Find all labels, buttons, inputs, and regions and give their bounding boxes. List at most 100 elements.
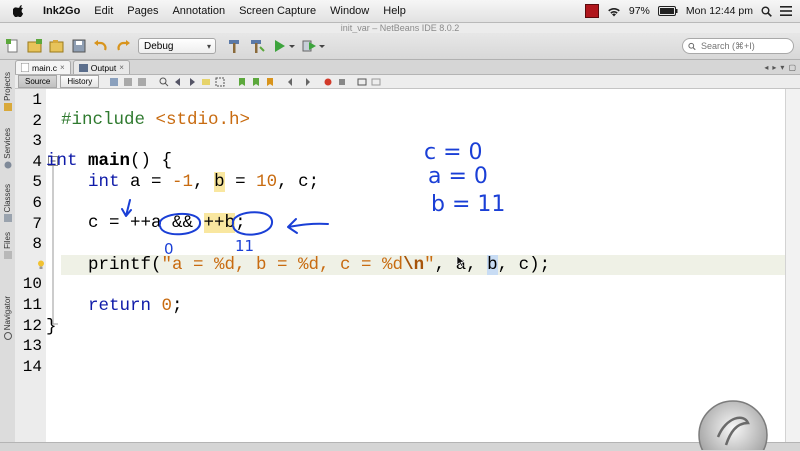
side-tab-files[interactable]: Files <box>1 232 14 259</box>
vertical-scrollbar[interactable] <box>785 89 800 442</box>
line-number: 13 <box>22 337 42 355</box>
toggle-bookmark-icon[interactable] <box>264 76 275 87</box>
menu-bar: Ink2Go Edit Pages Annotation Screen Capt… <box>0 0 800 23</box>
stop-macro-icon[interactable] <box>336 76 347 87</box>
maximize-icon[interactable]: ▢ <box>788 63 796 72</box>
menu-window[interactable]: Window <box>323 5 376 17</box>
code-line-2: #include <stdio.h> <box>61 110 250 130</box>
code-line-7: c = ++a && ++b; <box>88 213 246 233</box>
history-view-button[interactable]: History <box>60 75 100 88</box>
last-edit-icon[interactable] <box>108 76 119 87</box>
toggle-rect-select-icon[interactable] <box>214 76 225 87</box>
new-project-button[interactable] <box>26 37 44 55</box>
next-bookmark-icon[interactable] <box>250 76 261 87</box>
uncomment-icon[interactable] <box>370 76 381 87</box>
side-tab-navigator[interactable]: Navigator <box>1 296 14 341</box>
menu-app-name[interactable]: Ink2Go <box>36 5 87 17</box>
status-menus: 97% Mon 12:44 pm <box>584 4 800 18</box>
string-literal: "a = %d, b = %d, c = %d <box>161 255 404 275</box>
undo-button[interactable] <box>92 37 110 55</box>
string-literal-end: " <box>424 255 435 275</box>
menu-edit[interactable]: Edit <box>87 5 120 17</box>
editor-toolbar: Source History <box>15 75 800 89</box>
search-input[interactable] <box>699 40 793 52</box>
open-project-button[interactable] <box>48 37 66 55</box>
close-icon[interactable]: × <box>119 63 124 72</box>
search-field[interactable] <box>682 38 794 54</box>
debug-icon[interactable] <box>300 37 318 55</box>
notification-center-icon[interactable] <box>780 6 792 16</box>
run-menu-chevron-icon[interactable] <box>288 37 296 55</box>
source-view-button[interactable]: Source <box>18 75 58 88</box>
line-number: 4 <box>32 153 42 171</box>
line-number: 6 <box>32 194 42 212</box>
find-next-icon[interactable] <box>186 76 197 87</box>
code-text[interactable]: #include <stdio.h> int main() { int a = … <box>46 89 785 442</box>
tab-scroll-right-icon[interactable]: ▸ <box>772 63 776 72</box>
code-token: () { <box>130 151 173 171</box>
line-number: 5 <box>32 173 42 191</box>
code-token: ; <box>235 213 246 233</box>
shift-right-icon[interactable] <box>300 76 311 87</box>
tab-list-icon[interactable]: ▾ <box>780 63 784 72</box>
code-editor[interactable]: 1 2 4 3 5 6 7 8 10 11 12 13 14 #include … <box>15 89 785 442</box>
tab-main-c[interactable]: main.c × <box>15 60 71 74</box>
redo-button[interactable] <box>114 37 132 55</box>
clean-build-icon[interactable] <box>248 37 266 55</box>
close-icon[interactable]: × <box>60 63 65 72</box>
back-icon[interactable] <box>122 76 133 87</box>
keyword: int <box>46 151 78 171</box>
battery-icon[interactable] <box>657 6 678 16</box>
spotlight-search-icon[interactable] <box>761 6 772 17</box>
code-token: ; <box>172 296 183 316</box>
wifi-icon[interactable] <box>607 6 621 17</box>
comment-icon[interactable] <box>356 76 367 87</box>
tab-output[interactable]: Output × <box>72 60 130 74</box>
side-tab-services[interactable]: Services <box>1 128 14 169</box>
ink2go-status-icon[interactable] <box>584 4 599 18</box>
code-token: && <box>161 213 204 233</box>
configuration-select[interactable]: Debug ▾ <box>138 38 216 54</box>
find-icon[interactable] <box>158 76 169 87</box>
side-tab-classes[interactable]: Classes <box>1 184 14 223</box>
projects-icon <box>3 102 12 111</box>
line-number: 7 <box>32 215 42 233</box>
side-tab-projects[interactable]: Projects <box>1 72 14 111</box>
tab-navigation: ◂ ▸ ▾ ▢ <box>764 63 800 72</box>
toggle-highlight-icon[interactable] <box>200 76 211 87</box>
search-icon <box>688 42 696 50</box>
menu-pages[interactable]: Pages <box>120 5 165 17</box>
menubar-clock[interactable]: Mon 12:44 pm <box>686 5 753 17</box>
prev-bookmark-icon[interactable] <box>236 76 247 87</box>
save-all-button[interactable] <box>70 37 88 55</box>
find-previous-icon[interactable] <box>172 76 183 87</box>
menu-help[interactable]: Help <box>376 5 413 17</box>
mouse-cursor-icon <box>456 255 466 267</box>
forward-icon[interactable] <box>136 76 147 87</box>
window-title-text: init_var – NetBeans IDE 8.0.2 <box>340 23 460 33</box>
shift-left-icon[interactable] <box>286 76 297 87</box>
line-number: 1 <box>32 91 42 109</box>
new-file-button[interactable] <box>4 37 22 55</box>
number-literal: 10 <box>256 172 278 192</box>
menu-annotation[interactable]: Annotation <box>165 5 232 17</box>
fold-column <box>46 89 60 442</box>
classes-icon <box>3 214 12 223</box>
line-number: 11 <box>22 296 42 314</box>
lightbulb-hint-icon[interactable] <box>37 260 45 270</box>
ink2go-badge-icon[interactable] <box>696 397 770 450</box>
code-token: , c); <box>497 255 551 275</box>
record-macro-icon[interactable] <box>322 76 333 87</box>
fold-toggle-icon[interactable] <box>46 154 60 334</box>
services-icon <box>4 161 11 169</box>
tab-scroll-left-icon[interactable]: ◂ <box>764 63 768 72</box>
menu-screen-capture[interactable]: Screen Capture <box>232 5 323 17</box>
apple-menu-icon[interactable] <box>12 4 26 18</box>
chevron-down-icon: ▾ <box>206 41 211 51</box>
history-label: History <box>67 77 93 86</box>
run-icon[interactable] <box>270 37 288 55</box>
build-hammer-icon[interactable] <box>226 37 244 55</box>
debug-menu-chevron-icon[interactable] <box>318 37 326 55</box>
battery-percent: 97% <box>628 5 650 17</box>
